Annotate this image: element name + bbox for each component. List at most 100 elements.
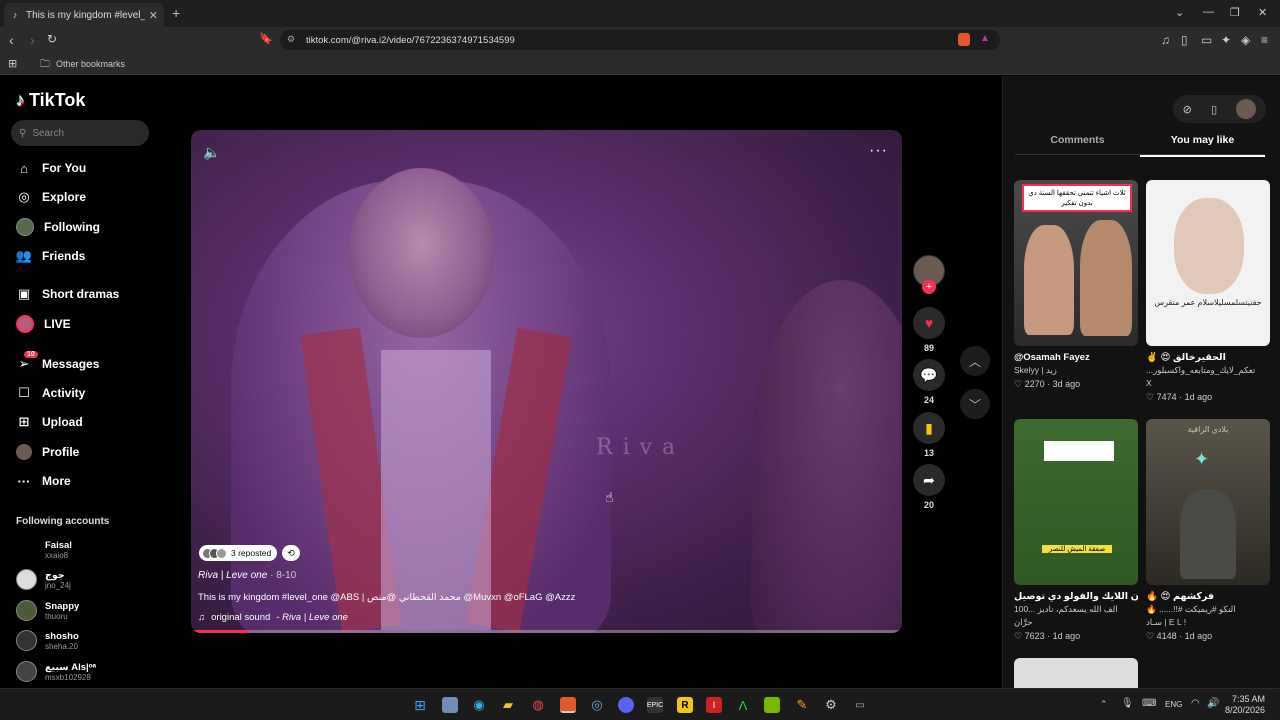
thumbnail-bat-icon: ✦ [1194,449,1210,469]
nav-profile[interactable]: Profile [16,444,79,460]
video-author-line[interactable]: Riva | Leve one · 8-10 [198,570,296,581]
video-thumbnail: صفقة الميش للنصر [1014,419,1138,585]
steam-icon[interactable]: ◎ [589,697,605,713]
next-video-button[interactable]: ﹀ [960,389,990,419]
comment-button[interactable]: 💬 24 [913,359,945,405]
following-account[interactable]: Faisal xxaio8 [16,539,72,560]
search-input[interactable]: ⚲ Search [11,120,149,146]
video-player[interactable]: Riva 🔈 ··· 3 reposted ⟲ Riva | Leve one … [191,130,902,633]
reload-icon[interactable]: ↻ [47,32,57,46]
browser-tab[interactable]: ♪ This is my kingdom #level_one ✕ [4,3,164,27]
back-icon[interactable]: ‹ [9,32,14,48]
card-likes: 7474 [1156,392,1177,402]
nav-more[interactable]: ··· More [16,473,71,489]
apps-grid-icon[interactable]: ⊞ [8,57,17,70]
like-button[interactable]: ♥ 89 [913,307,945,353]
media-icon[interactable]: ♫ [1161,33,1170,47]
following-account[interactable]: سبيع Als|ᵒᵃ msxb102928 [16,661,96,682]
nav-activity[interactable]: ☐ Activity [16,385,85,401]
home-icon: ⌂ [20,160,28,176]
microphone-icon[interactable]: 🎙 [1121,698,1134,709]
nav-label: LIVE [44,317,71,331]
following-account[interactable]: جوج jno_24j [16,569,71,590]
following-account[interactable]: shosho sheha.20 [16,630,79,651]
app-icon[interactable]: ▭ [852,697,868,713]
close-window-icon[interactable]: ✕ [1258,6,1267,19]
repost-icon[interactable]: ⟲ [282,545,300,561]
nav-messages[interactable]: ➢ 10 Messages [16,351,99,372]
app-icon[interactable]: Λ [735,697,751,713]
suggested-video-card[interactable]: ثلاث اشياء تتمنى تحققها السنة دي بدون تف… [1014,180,1138,391]
user-avatar[interactable] [1236,99,1257,119]
language-indicator[interactable]: ENG [1165,700,1182,709]
bookmark-page-icon[interactable]: 🔖 [259,32,273,45]
sidebar-icon[interactable]: ▯ [1181,33,1188,47]
other-bookmarks[interactable]: Other bookmarks [56,59,125,69]
nav-following[interactable]: Following [16,218,100,236]
volume-icon[interactable]: 🔈 [203,144,220,161]
system-clock[interactable]: 7:35 AM 8/20/2026 [1225,694,1265,716]
close-tab-icon[interactable]: ✕ [149,9,158,22]
address-bar[interactable]: ⚙ tiktok.com/@riva.i2/video/767223637497… [280,30,1000,50]
card-subtitle-2: سـاد | E L ! [1146,617,1187,627]
widgets-icon[interactable] [442,697,458,713]
brave-rewards-icon[interactable]: ▲ [980,33,990,44]
more-options-icon[interactable]: ··· [869,142,888,160]
keyboard-icon[interactable]: ⌨ [1142,698,1156,709]
thumbnail-person [1174,198,1244,294]
messages-badge: 10 [24,351,38,358]
tab-search-icon[interactable]: ⌄ [1175,6,1184,19]
phone-icon[interactable]: ▯ [1211,103,1217,116]
share-button[interactable]: ➦ 20 [913,464,945,510]
leo-ai-icon[interactable]: ✦ [1221,33,1231,47]
nav-live[interactable]: LIVE [16,315,71,333]
tray-chevron-up-icon[interactable]: ⌃ [1100,699,1108,710]
epic-games-icon[interactable]: EPIC [647,697,663,713]
suggested-video-card-partial[interactable] [1014,658,1138,688]
settings-icon[interactable]: ⚙ [823,697,839,713]
forward-icon[interactable]: › [30,32,35,48]
wallet-icon[interactable]: ▭ [1201,33,1212,47]
nav-explore[interactable]: ◎ Explore [16,189,86,205]
suggested-video-card[interactable]: بلادي الراقية ✦ 🔥 😍 فركشهم 🔥 ......!!# ا… [1146,419,1270,643]
windows-start-icon[interactable]: ⊞ [412,697,428,713]
discord-icon[interactable] [618,697,634,713]
tiktok-logo[interactable]: ♪ TikTok [16,90,85,111]
maximize-icon[interactable]: ❐ [1230,6,1240,19]
menu-icon[interactable]: ≡ [1261,33,1268,47]
rockstar-icon[interactable]: R [677,697,693,713]
suggested-video-card[interactable]: حقنيتسلمسليلاسلام عمر منقرس ✌️ 😍 الحقيرخ… [1146,180,1270,404]
file-explorer-icon[interactable]: ▰ [500,697,516,713]
nav-for-you[interactable]: ⌂ For You [16,160,86,176]
coin-icon[interactable]: ⊘ [1183,103,1192,116]
video-progress-bar[interactable] [191,630,902,633]
app-icon[interactable]: I [706,697,722,713]
avatar [16,600,37,621]
volume-tray-icon[interactable]: 🔊 [1207,698,1219,709]
card-subtitle: 🔥 ......!!# النكو #ريميكت [1146,604,1236,614]
vpn-icon[interactable]: ◈ [1241,33,1250,47]
nvidia-icon[interactable] [764,697,780,713]
wifi-icon[interactable]: ◠ [1191,698,1200,709]
tab-you-may-like[interactable]: You may like [1140,134,1265,157]
previous-video-button[interactable]: ︿ [960,346,990,376]
site-info-icon[interactable]: ⚙ [287,34,295,45]
brave-icon[interactable] [560,697,576,713]
nav-friends[interactable]: 👥 Friends [16,248,85,264]
suggested-video-card[interactable]: صفقة الميش للنصر لا تنسون اللايك والفولو… [1014,419,1138,643]
brave-shield-icon[interactable] [958,33,970,46]
follow-plus-icon[interactable]: + [922,280,936,294]
account-username: sheha.20 [45,641,78,651]
save-button[interactable]: ▮ 13 [913,412,945,458]
nav-upload[interactable]: ⊞ Upload [16,414,83,430]
new-tab-icon[interactable]: + [172,5,180,21]
nav-short-dramas[interactable]: ▣ Short dramas [16,286,120,302]
repost-info[interactable]: 3 reposted [199,545,278,561]
video-sound[interactable]: ♫ original sound - Riva | Leve one [198,612,348,623]
minimize-icon[interactable]: — [1203,6,1214,18]
chrome-icon[interactable]: ◍ [530,697,546,713]
tab-comments[interactable]: Comments [1015,134,1140,146]
following-account[interactable]: Snappy thuoru [16,600,79,621]
app-icon[interactable]: ✎ [794,697,810,713]
edge-icon[interactable]: ◉ [471,697,487,713]
